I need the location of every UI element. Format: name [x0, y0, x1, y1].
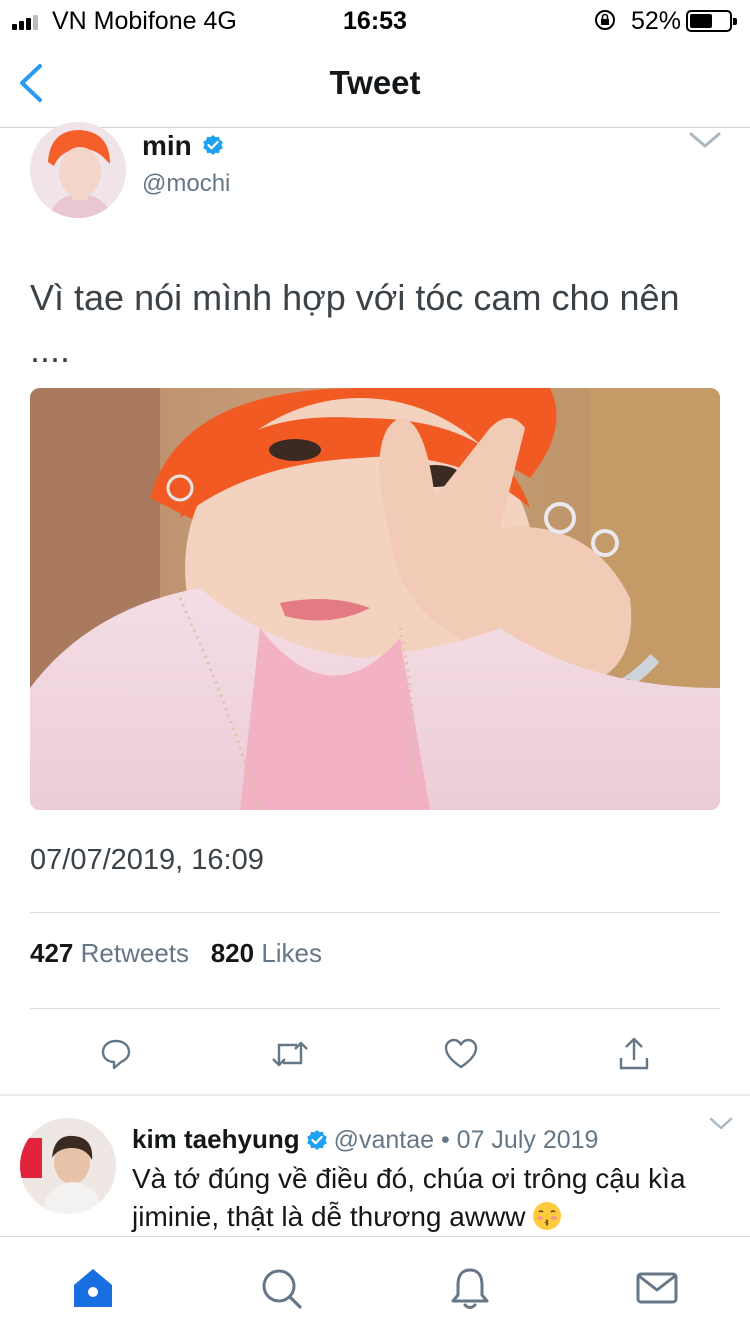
retweet-icon [272, 1041, 308, 1067]
status-bar: VN Mobifone 4G 16:53 52% [0, 0, 750, 40]
verified-badge-icon [306, 1130, 327, 1150]
chevron-down-icon[interactable] [708, 1116, 734, 1132]
reply-icon [101, 1039, 131, 1070]
notifications-icon[interactable] [447, 1265, 493, 1311]
reply-header: kim taehyung @vantae • 07 July 2019 [132, 1124, 598, 1155]
tweet-photo[interactable] [30, 388, 720, 810]
share-button[interactable] [610, 1030, 658, 1078]
likes-label[interactable]: Likes [261, 938, 322, 968]
tweet-text: Vì tae nói mình hợp với tóc cam cho nên … [30, 277, 680, 370]
retweet-button[interactable] [266, 1030, 314, 1078]
divider [30, 912, 720, 913]
reply-author-avatar[interactable] [20, 1118, 116, 1214]
search-icon[interactable] [258, 1265, 304, 1311]
retweets-label[interactable]: Retweets [81, 938, 189, 968]
like-icon [444, 1038, 478, 1069]
tab-bar [0, 1236, 750, 1334]
kissing-face-emoji-icon [532, 1202, 561, 1230]
verified-badge-icon [203, 135, 223, 155]
rotation-lock-icon [595, 10, 615, 30]
tweet-timestamp: 07/07/2019, 16:09 [30, 844, 264, 876]
page-title: Tweet [329, 64, 421, 101]
section-divider [0, 1094, 750, 1096]
author-avatar[interactable] [30, 122, 126, 218]
like-button[interactable] [437, 1030, 485, 1078]
tweet-actions [0, 1030, 750, 1078]
share-icon [619, 1037, 649, 1070]
reply-button[interactable] [92, 1030, 140, 1078]
author-handle[interactable]: @mochi [142, 170, 230, 198]
messages-icon[interactable] [634, 1265, 680, 1311]
likes-count[interactable]: 820 [211, 938, 254, 968]
battery-icon [686, 10, 737, 32]
battery-percentage: 52% [631, 7, 682, 35]
chevron-down-icon[interactable] [688, 130, 722, 150]
reply-author-name[interactable]: kim taehyung [132, 1124, 300, 1154]
reply-text: Và tớ đúng về điều đó, chúa ơi trông cậu… [132, 1163, 686, 1232]
tweet-stats: 427 Retweets 820 Likes [30, 938, 322, 969]
home-icon[interactable] [70, 1265, 116, 1311]
author-name[interactable]: min [142, 130, 192, 162]
divider [30, 1008, 720, 1009]
nav-bar: Tweet [0, 40, 750, 128]
reply-meta[interactable]: @vantae • 07 July 2019 [334, 1126, 599, 1154]
reply-text-block: Và tớ đúng về điều đó, chúa ơi trông cậu… [132, 1160, 712, 1236]
retweets-count[interactable]: 427 [30, 938, 73, 968]
